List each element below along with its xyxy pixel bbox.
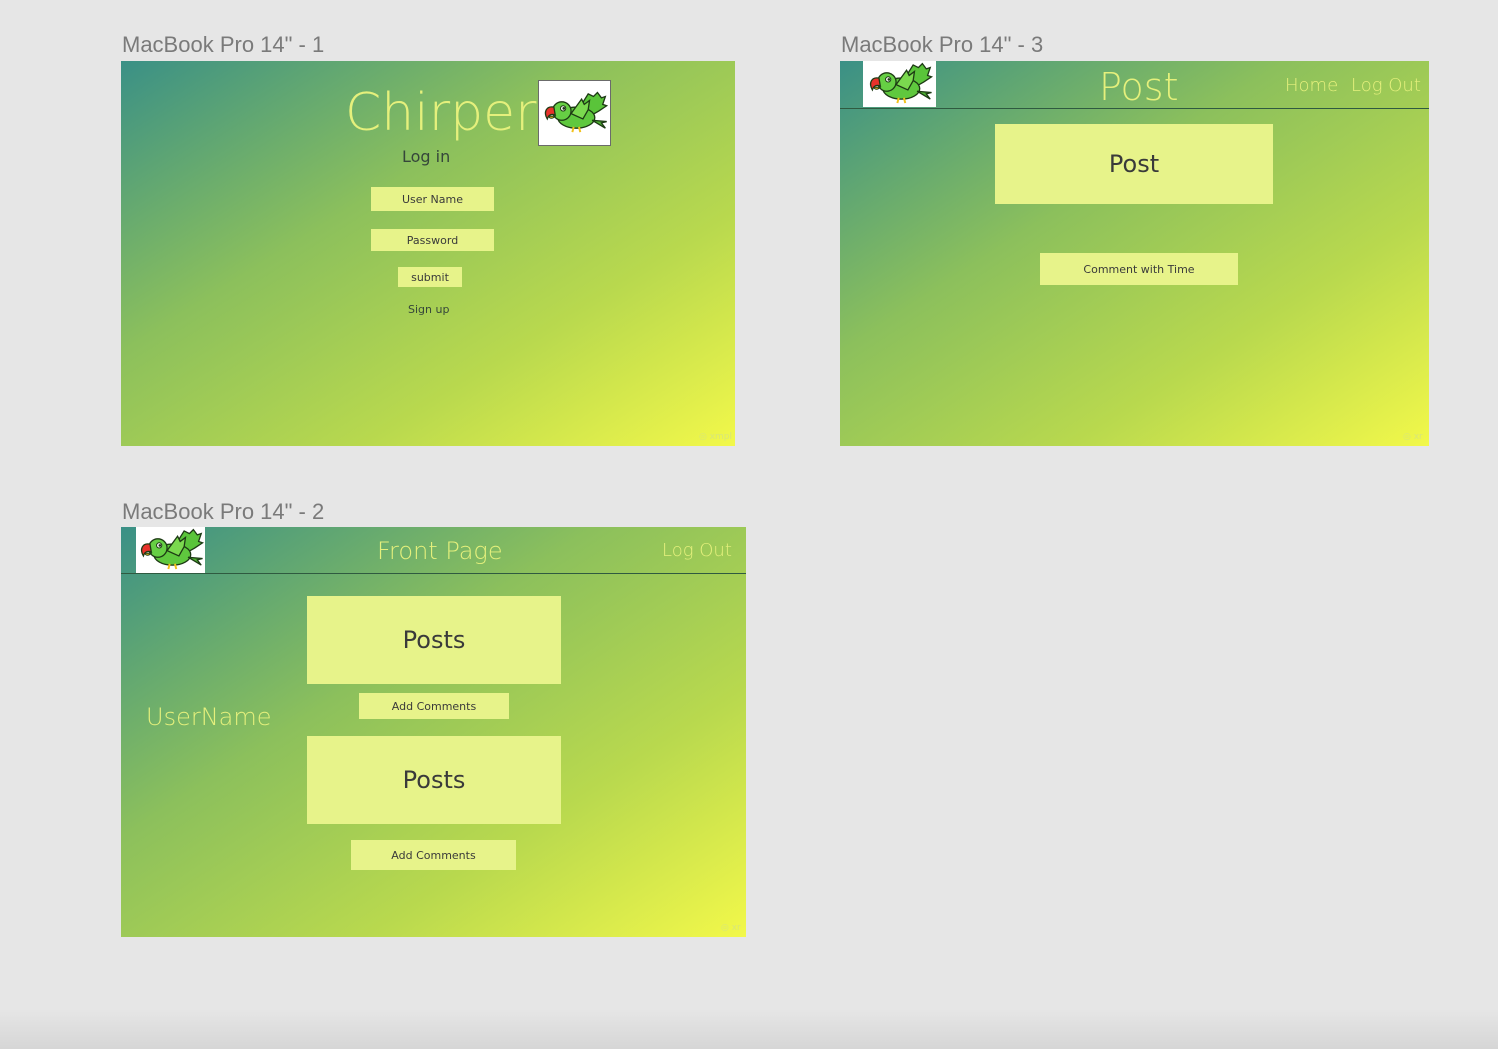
page-title: Front Page <box>377 537 503 565</box>
canvas-bottom-edge <box>0 1009 1498 1049</box>
watermark: ◎ xr <box>1403 432 1423 442</box>
add-comments-button[interactable]: Add Comments <box>351 840 516 870</box>
parrot-icon <box>538 80 611 146</box>
signup-link[interactable]: Sign up <box>408 303 449 316</box>
artboard-title-front: MacBook Pro 14" - 2 <box>122 499 325 524</box>
parrot-icon <box>136 527 205 573</box>
login-heading: Log in <box>402 147 451 166</box>
nav-logout-link[interactable]: Log Out <box>1351 75 1421 96</box>
post-card[interactable]: Posts <box>307 596 561 684</box>
artboard-post: Post Home Log Out Post Comment with Time… <box>840 61 1429 446</box>
username-label: UserName <box>146 703 272 731</box>
post-card[interactable]: Posts <box>307 736 561 824</box>
watermark: ◎ xmpl <box>699 432 733 442</box>
artboard-login: Chirper Log in User Name Password submit… <box>121 61 735 446</box>
nav-logout-link[interactable]: Log Out <box>662 540 732 561</box>
artboard-front: Front Page Log Out UserName Posts Add Co… <box>121 527 746 937</box>
page-title: Post <box>1099 65 1179 109</box>
parrot-icon <box>863 61 936 107</box>
header-divider <box>121 573 746 574</box>
watermark: ◎ xr <box>721 923 741 933</box>
post-box: Post <box>995 124 1273 204</box>
nav-home-link[interactable]: Home <box>1285 75 1338 96</box>
app-name: Chirper <box>345 83 537 143</box>
artboard-title-login: MacBook Pro 14" - 1 <box>122 32 325 57</box>
add-comments-button[interactable]: Add Comments <box>359 693 509 719</box>
artboard-title-post: MacBook Pro 14" - 3 <box>841 32 1044 57</box>
password-field[interactable]: Password <box>371 229 494 251</box>
comment-with-time-box[interactable]: Comment with Time <box>1040 253 1238 285</box>
submit-button[interactable]: submit <box>398 267 462 287</box>
header-divider <box>840 108 1429 109</box>
username-field[interactable]: User Name <box>371 187 494 211</box>
